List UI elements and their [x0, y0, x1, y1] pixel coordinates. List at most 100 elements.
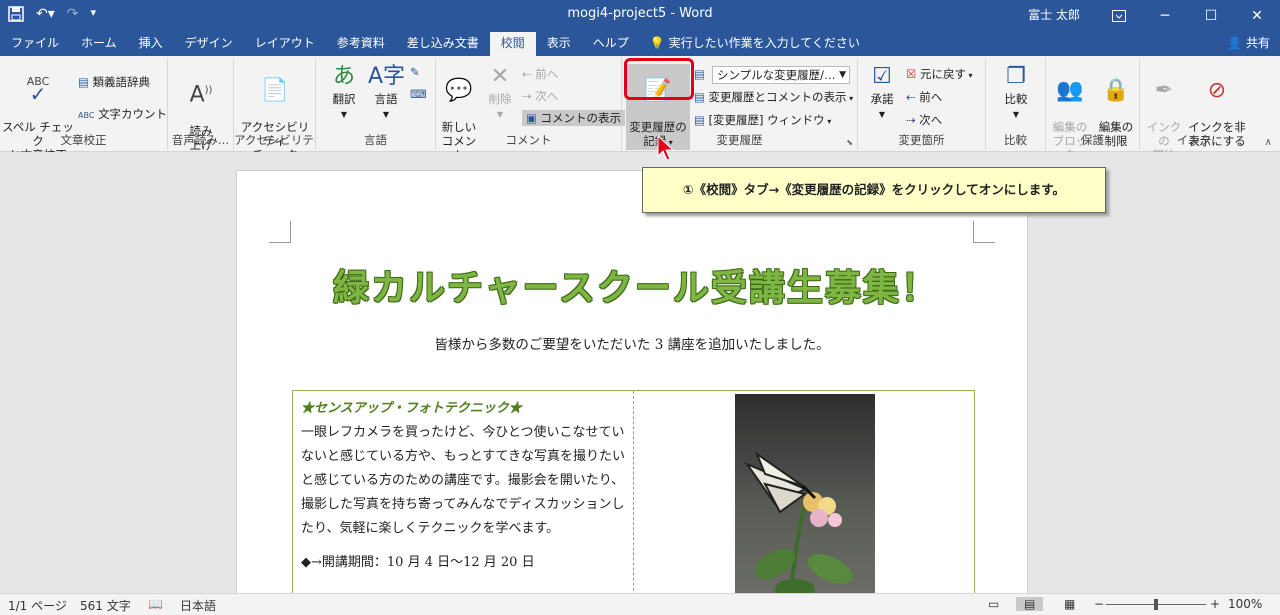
group-label-comments: コメント: [505, 133, 552, 147]
tab-references[interactable]: 参考資料: [326, 32, 396, 56]
compare-button[interactable]: ❐ 比較 ▼: [996, 64, 1036, 122]
next-change-button[interactable]: ⇢ 次へ: [906, 112, 942, 128]
accept-icon: ☑: [872, 64, 892, 89]
tab-design[interactable]: デザイン: [174, 32, 244, 56]
new-comment-icon: 💬: [445, 78, 473, 103]
delete-comment-icon: ✕: [490, 64, 510, 89]
language-icon: A字: [368, 64, 406, 89]
tab-review[interactable]: 校閲: [489, 32, 536, 56]
accept-button[interactable]: ☑ 承諾 ▼: [862, 64, 902, 122]
language-label: 言語: [374, 92, 398, 106]
group-label-compare: 比較: [1004, 133, 1027, 147]
lock-icon: 🔒: [1102, 78, 1130, 103]
previous-change-button[interactable]: ⇠ 前へ: [906, 89, 942, 105]
share-button[interactable]: 👤 共有: [1227, 34, 1270, 51]
language-button[interactable]: A字 言語 ▼: [368, 64, 406, 122]
chevron-down-icon: ▼: [1012, 110, 1020, 119]
person-icon: 👤: [1227, 36, 1243, 50]
course-description-cell[interactable]: ★センスアップ・フォトテクニック★ 一眼レフカメラを買ったけど、今ひとつ使いこな…: [293, 391, 634, 593]
markup-dropdown-value: シンプルな変更履歴/…: [717, 68, 836, 82]
chevron-down-icon: ▼: [839, 70, 846, 80]
mouse-cursor-icon: [656, 134, 676, 165]
delete-comment-button[interactable]: ✕ 削除 ▼: [482, 64, 518, 122]
word-count[interactable]: 561 文字: [80, 597, 131, 614]
reject-button[interactable]: ☒ 元に戻す ▾: [906, 66, 973, 84]
language-status[interactable]: 日本語: [180, 597, 216, 614]
course-body: 一眼レフカメラを買ったけど、今ひとつ使いこなせていないと感じている方や、もっとす…: [301, 425, 625, 536]
word-count-button[interactable]: ABC 文字カウント: [78, 106, 167, 124]
page-count[interactable]: 1/1 ページ: [8, 597, 67, 614]
next-change-label: 次へ: [919, 113, 943, 127]
group-proofing: ABC✓ スペル チェック と文章校正 ▤ 類義語辞典 ABC 文字カウント 文…: [0, 58, 168, 162]
tab-layout[interactable]: レイアウト: [244, 32, 326, 56]
group-language: あ 翻訳 ▼ A字 言語 ▼ ✎ ⌨ 言語: [316, 58, 436, 150]
reviewing-pane-icon: ▤: [694, 113, 705, 127]
proofing-status-icon[interactable]: 📖: [148, 597, 163, 611]
course-title: ★センスアップ・フォトテクニック★: [301, 401, 522, 416]
read-mode-icon[interactable]: ▭: [988, 597, 999, 611]
tab-help[interactable]: ヘルプ: [582, 32, 640, 56]
accept-label: 承諾: [870, 92, 894, 106]
translate-icon: あ: [332, 64, 355, 89]
collapse-ribbon-icon[interactable]: ∧: [1265, 137, 1272, 148]
tab-home[interactable]: ホーム: [70, 32, 128, 56]
dialog-launcher-icon[interactable]: ⬊: [846, 138, 853, 147]
zoom-level[interactable]: 100%: [1228, 597, 1262, 611]
document-area: 緑カルチャースクール受講生募集！ 皆様から多数のご要望をいただいた 3 講座を追…: [0, 152, 1280, 593]
reviewing-pane-button[interactable]: ▤ [変更履歴] ウィンドウ ▾: [694, 112, 831, 130]
document-title: mogi4-project5 - Word: [567, 6, 713, 21]
pen-icon: ✎: [410, 65, 420, 79]
tab-mailings[interactable]: 差し込み文書: [396, 32, 490, 56]
markup-dropdown[interactable]: シンプルな変更履歴/… ▼: [712, 66, 850, 84]
user-name[interactable]: 富士 太郎: [1028, 6, 1080, 23]
reviewing-pane-label: [変更履歴] ウィンドウ: [708, 113, 825, 127]
group-ink: ✒ インクの 開始 ⊘ インクを非 表示にする インク: [1140, 58, 1248, 162]
previous-change-label: 前へ: [919, 90, 943, 104]
ribbon-display-options-icon[interactable]: [1096, 0, 1142, 32]
chevron-down-icon: ▼: [340, 110, 348, 119]
show-comments-button[interactable]: ▣ コメントの表示: [522, 110, 626, 126]
margin-mark-right: [973, 221, 995, 243]
word-count-label: 文字カウント: [98, 107, 168, 121]
tab-file[interactable]: ファイル: [0, 32, 70, 56]
close-button[interactable]: ✕: [1234, 0, 1280, 32]
butterfly-photo[interactable]: [735, 394, 875, 593]
zoom-out-button[interactable]: −: [1094, 597, 1104, 611]
translate-button[interactable]: あ 翻訳 ▼: [326, 64, 362, 122]
next-change-icon: ⇢: [906, 113, 916, 127]
group-compare: ❐ 比較 ▼ 比較: [986, 58, 1046, 150]
minimize-button[interactable]: ─: [1142, 0, 1188, 32]
show-markup-button[interactable]: ▤ 変更履歴とコメントの表示 ▾: [694, 89, 853, 107]
delete-comment-label: 削除: [488, 92, 512, 106]
previous-comment-button[interactable]: ⇠ 前へ: [522, 66, 558, 82]
chevron-down-icon: ▼: [496, 110, 504, 119]
document-page[interactable]: 緑カルチャースクール受講生募集！ 皆様から多数のご要望をいただいた 3 講座を追…: [236, 170, 1028, 593]
ink-pen-icon: ✒: [1154, 78, 1174, 103]
language-extra-1[interactable]: ✎: [410, 64, 420, 80]
show-comments-icon: ▣: [526, 111, 537, 125]
document-subtitle: 皆様から多数のご要望をいただいた 3 講座を追加いたしました。: [434, 337, 830, 353]
translate-label: 翻訳: [332, 92, 356, 106]
status-bar: 1/1 ページ 561 文字 📖 日本語 ▭ ▤ ▦ − + 100%: [0, 593, 1280, 615]
zoom-slider-thumb[interactable]: [1154, 599, 1158, 610]
thesaurus-button[interactable]: ▤ 類義語辞典: [78, 74, 150, 90]
tell-me-box[interactable]: 💡 実行したい作業を入力してください: [650, 32, 860, 56]
tab-view[interactable]: 表示: [536, 32, 582, 56]
tab-insert[interactable]: 挿入: [128, 32, 174, 56]
language-extra-2[interactable]: ⌨: [410, 86, 427, 102]
tell-me-text: 実行したい作業を入力してください: [668, 36, 860, 50]
zoom-in-button[interactable]: +: [1210, 597, 1220, 611]
group-label-accessibility: アクセシビリティ: [234, 133, 315, 147]
group-protect: 👥 編集の ブロック 🔒 編集の 制限 保護: [1046, 58, 1140, 162]
show-markup-label: 変更履歴とコメントの表示: [708, 90, 847, 104]
chevron-down-icon: ▼: [878, 110, 886, 119]
group-label-protect: 保護: [1081, 133, 1104, 147]
maximize-button[interactable]: ☐: [1188, 0, 1234, 32]
margin-mark-left: [269, 221, 291, 243]
accessibility-icon: 📄: [261, 78, 289, 103]
web-layout-icon[interactable]: ▦: [1064, 597, 1075, 611]
print-layout-icon[interactable]: ▤: [1016, 597, 1044, 611]
highlight-box: [624, 58, 694, 100]
group-label-ink: インク: [1176, 133, 1212, 147]
next-comment-button[interactable]: ⇢ 次へ: [522, 88, 558, 104]
